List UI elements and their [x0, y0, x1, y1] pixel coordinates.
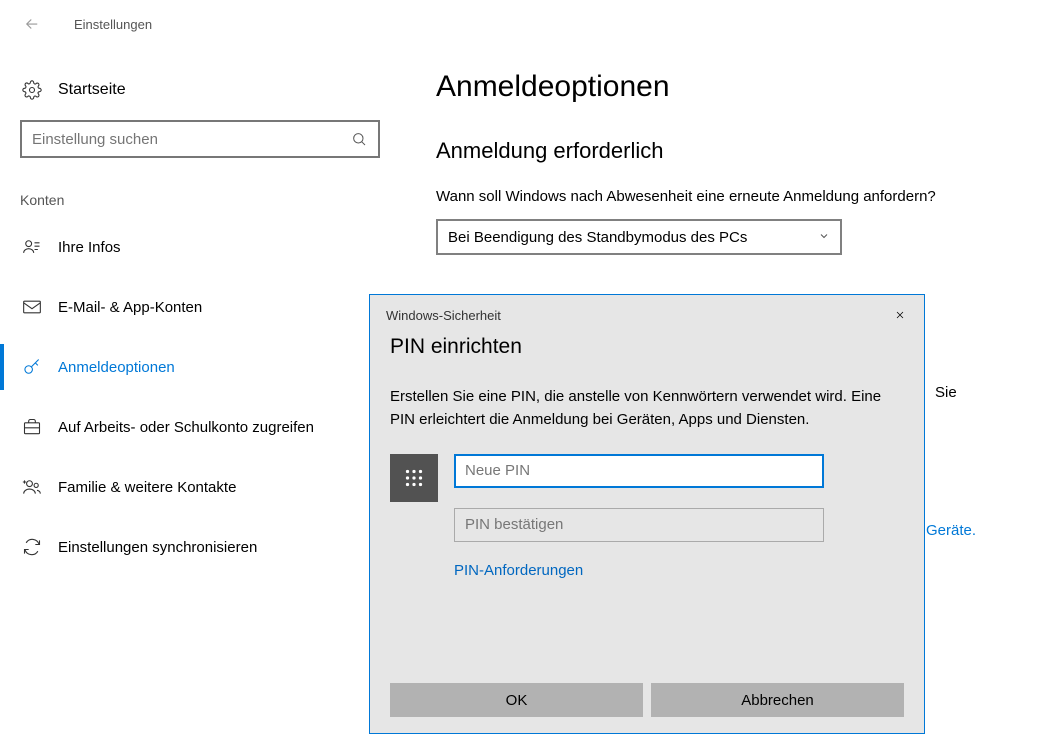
- sidebar: Startseite Konten Ihre Infos E-Mail- & A…: [0, 48, 380, 584]
- sidebar-item-label: Auf Arbeits- oder Schulkonto zugreifen: [58, 419, 314, 436]
- dialog-title: PIN einrichten: [390, 335, 904, 359]
- pin-requirements-link[interactable]: PIN-Anforderungen: [454, 562, 904, 579]
- new-pin-input[interactable]: [454, 454, 824, 488]
- home-label: Startseite: [58, 81, 126, 99]
- sidebar-item-label: E-Mail- & App-Konten: [58, 299, 202, 316]
- mail-icon: [20, 295, 44, 319]
- people-icon: [20, 475, 44, 499]
- sidebar-item-signin-options[interactable]: Anmeldeoptionen: [20, 344, 380, 390]
- sidebar-item-sync[interactable]: Einstellungen synchronisieren: [20, 524, 380, 570]
- dialog-description: Erstellen Sie eine PIN, die anstelle von…: [390, 385, 904, 432]
- page-title: Anmeldeoptionen: [436, 70, 1049, 104]
- home-link[interactable]: Startseite: [20, 78, 380, 102]
- search-input[interactable]: [32, 131, 350, 148]
- close-button[interactable]: [890, 305, 910, 325]
- dialog-small-title: Windows-Sicherheit: [386, 308, 501, 323]
- sidebar-item-label: Familie & weitere Kontakte: [58, 479, 236, 496]
- obscured-text: Sie: [935, 384, 957, 401]
- cancel-button[interactable]: Abbrechen: [651, 683, 904, 717]
- key-icon: [20, 355, 44, 379]
- sidebar-item-email-accounts[interactable]: E-Mail- & App-Konten: [20, 284, 380, 330]
- sidebar-section-header: Konten: [20, 192, 380, 208]
- person-card-icon: [20, 235, 44, 259]
- sidebar-item-family[interactable]: Familie & weitere Kontakte: [20, 464, 380, 510]
- sync-icon: [20, 535, 44, 559]
- section-title: Anmeldung erforderlich: [436, 138, 1049, 164]
- gear-icon: [20, 78, 44, 102]
- window-header: Einstellungen: [0, 0, 1059, 48]
- signin-prompt: Wann soll Windows nach Abwesenheit eine …: [436, 188, 1049, 205]
- back-button[interactable]: [20, 12, 44, 36]
- obscured-link-text[interactable]: Geräte.: [926, 522, 976, 539]
- sidebar-item-your-info[interactable]: Ihre Infos: [20, 224, 380, 270]
- search-box[interactable]: [20, 120, 380, 158]
- confirm-pin-input[interactable]: [454, 508, 824, 542]
- window-title: Einstellungen: [74, 17, 152, 32]
- pin-setup-dialog: Windows-Sicherheit PIN einrichten Erstel…: [369, 294, 925, 734]
- briefcase-icon: [20, 415, 44, 439]
- search-icon: [350, 130, 368, 148]
- sidebar-item-label: Ihre Infos: [58, 239, 121, 256]
- sidebar-item-label: Anmeldeoptionen: [58, 359, 175, 376]
- keypad-icon: [390, 454, 438, 502]
- ok-button[interactable]: OK: [390, 683, 643, 717]
- chevron-down-icon: [818, 230, 830, 245]
- signin-required-dropdown[interactable]: Bei Beendigung des Standbymodus des PCs: [436, 219, 842, 255]
- sidebar-item-label: Einstellungen synchronisieren: [58, 539, 257, 556]
- dropdown-value: Bei Beendigung des Standbymodus des PCs: [448, 229, 747, 246]
- sidebar-item-work-school[interactable]: Auf Arbeits- oder Schulkonto zugreifen: [20, 404, 380, 450]
